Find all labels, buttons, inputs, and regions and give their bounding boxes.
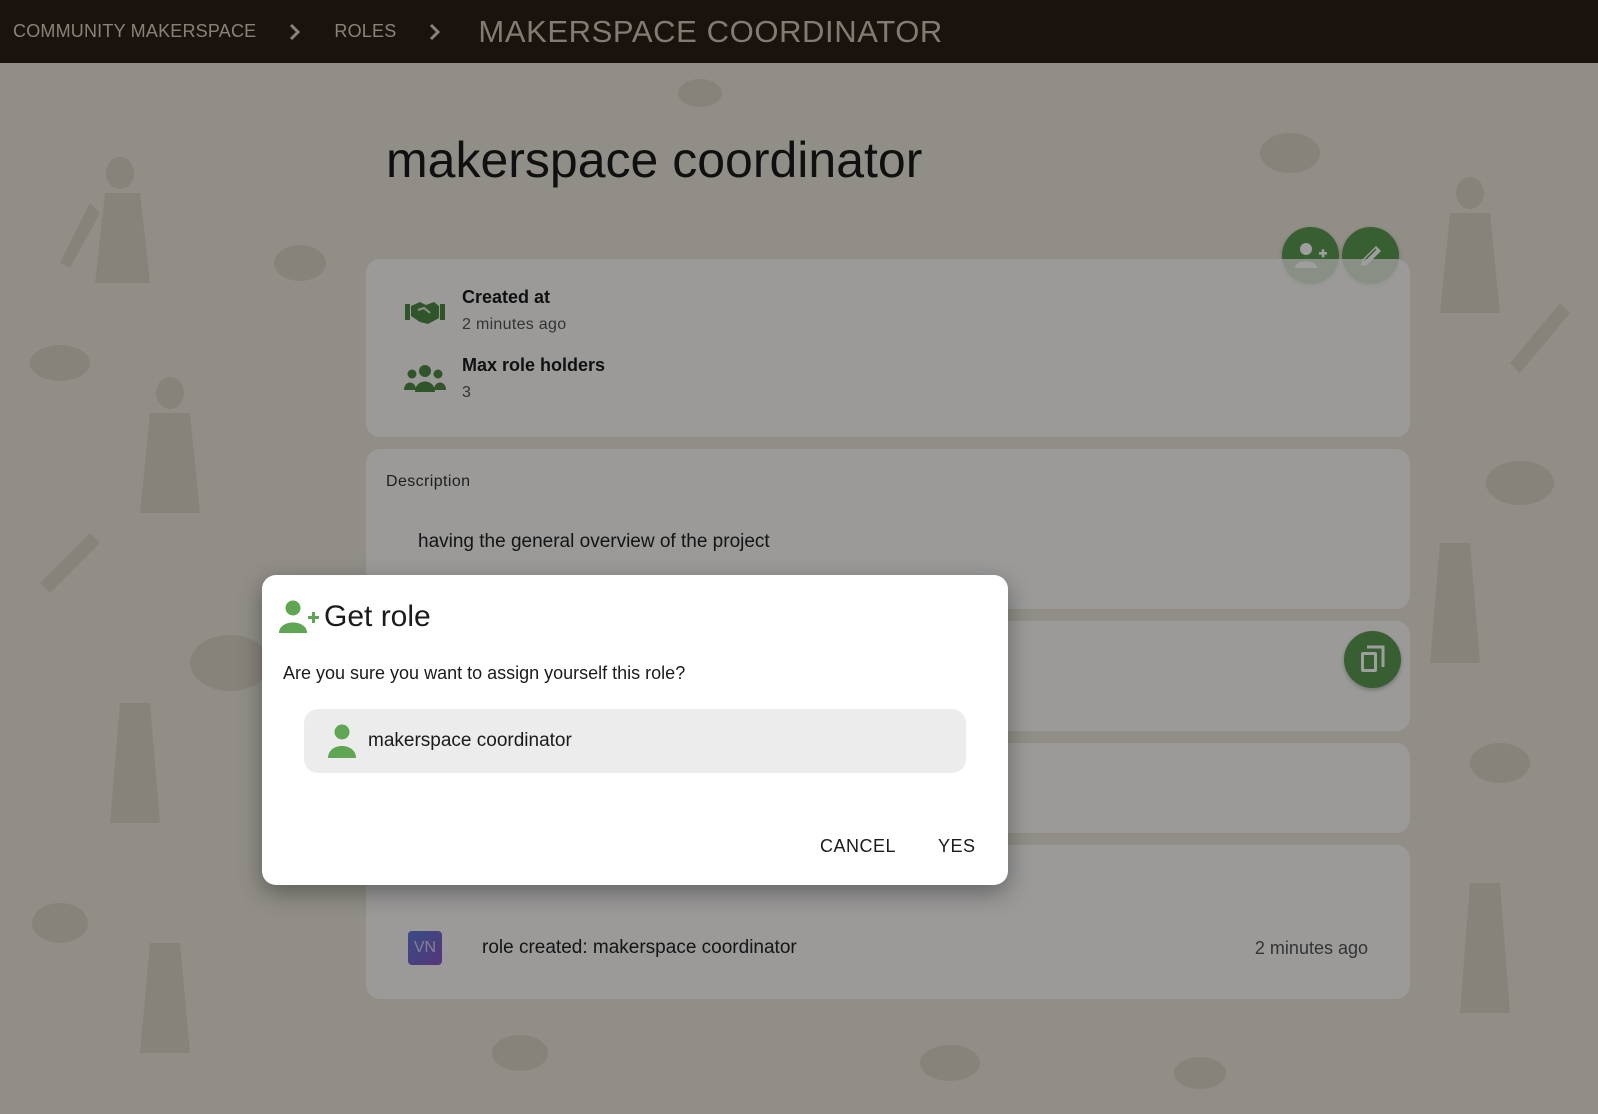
user-icon: [326, 724, 358, 758]
get-role-dialog: Get role Are you sure you want to assign…: [262, 575, 1008, 885]
dialog-title: Get role: [278, 599, 431, 635]
yes-button[interactable]: YES: [930, 830, 984, 863]
modal-overlay[interactable]: [0, 0, 1598, 1114]
cancel-button[interactable]: CANCEL: [812, 830, 904, 863]
role-chip-name: makerspace coordinator: [368, 730, 572, 751]
dialog-title-text: Get role: [324, 600, 431, 633]
user-plus-icon: [279, 600, 319, 633]
dialog-question: Are you sure you want to assign yourself…: [283, 663, 686, 683]
role-chip: makerspace coordinator: [304, 709, 966, 773]
